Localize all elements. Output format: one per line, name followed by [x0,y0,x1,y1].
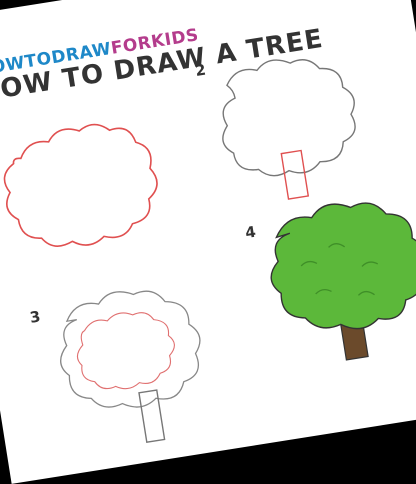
step-1-cloud [3,123,158,247]
step-3-tree [60,290,201,444]
tutorial-sheet: HOWTODRAWFORKIDS HOW TO DRAW A TREE 2 3 … [0,0,416,484]
tree-drawings [3,59,416,444]
step-4-tree [270,202,416,361]
step-2-tree [222,59,356,200]
